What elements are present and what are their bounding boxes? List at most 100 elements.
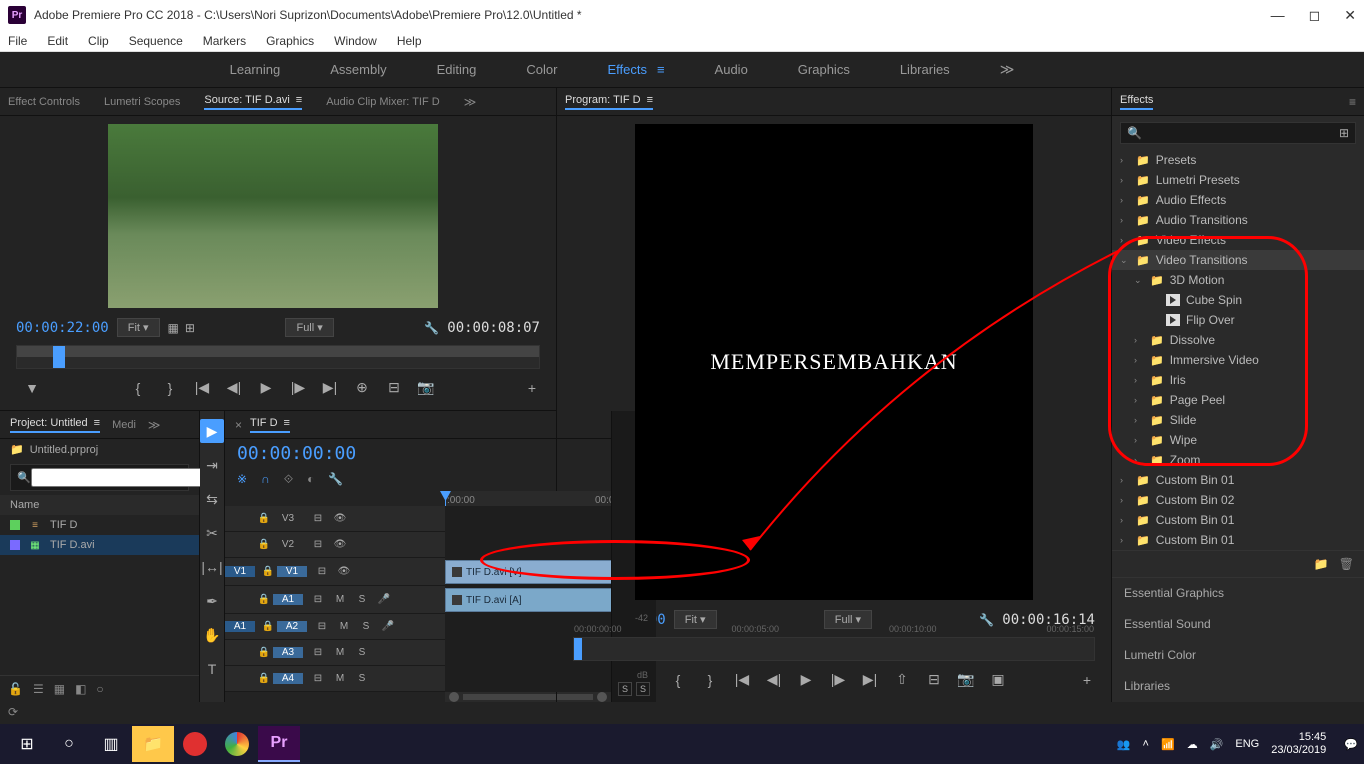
track-toggle[interactable]: ⊟	[309, 536, 327, 554]
cortana-button[interactable]: ○	[48, 726, 90, 762]
timeline-marker-opt[interactable]: ⟐	[284, 472, 293, 487]
source-zoom-dropdown[interactable]: Full ▾	[285, 318, 333, 337]
effects-folder[interactable]: ›📁Presets	[1112, 150, 1364, 170]
track-toggle[interactable]: ⊟	[309, 591, 327, 609]
timeline-track-area[interactable]: TIF D.avi [V] TIF D.avi [V] TIF D.avi [A…	[445, 506, 611, 692]
effects-panel-menu[interactable]: ≡	[1349, 95, 1356, 109]
delete-icon[interactable]: 🗑	[1339, 557, 1354, 571]
sync-icon[interactable]: ⟳	[8, 705, 18, 719]
source-out-button[interactable]: }	[160, 380, 180, 396]
track-label-v2[interactable]: V2	[273, 539, 303, 550]
timeline-opt[interactable]: ◐	[307, 472, 314, 487]
source-overwrite-button[interactable]: ⊟	[384, 379, 404, 396]
menu-file[interactable]: File	[8, 34, 27, 48]
program-goto-out[interactable]: ▶|	[860, 671, 880, 688]
project-search-input[interactable]	[31, 468, 212, 487]
src-patch-v1[interactable]: V1	[225, 566, 255, 577]
program-lift-button[interactable]: ⇧	[892, 671, 912, 688]
workspace-editing[interactable]: Editing	[437, 62, 477, 77]
menu-clip[interactable]: Clip	[88, 34, 109, 48]
track-eye[interactable]: 👁	[331, 510, 349, 528]
effects-folder[interactable]: ›📁Slide	[1112, 410, 1364, 430]
tab-lumetri-scopes[interactable]: Lumetri Scopes	[104, 96, 180, 108]
workspace-graphics[interactable]: Graphics	[798, 62, 850, 77]
program-step-back[interactable]: ◀|	[764, 671, 784, 688]
effects-folder[interactable]: ›📁Custom Bin 01	[1112, 530, 1364, 550]
panel-lumetri-color[interactable]: Lumetri Color	[1112, 640, 1364, 671]
tray-up-icon[interactable]: ˄	[1143, 738, 1149, 750]
track-label-a4[interactable]: A4	[273, 673, 303, 684]
source-in-button[interactable]: {	[128, 380, 148, 396]
program-play-button[interactable]: ▶	[796, 671, 816, 688]
effects-folder[interactable]: ›📁Custom Bin 01	[1112, 470, 1364, 490]
effects-folder[interactable]: ›📁Zoom	[1112, 450, 1364, 470]
project-zoom-slider[interactable]: ○	[96, 682, 103, 696]
menu-sequence[interactable]: Sequence	[129, 34, 183, 48]
taskbar-clock[interactable]: 15:45 23/03/2019	[1271, 731, 1332, 757]
panel-essential-graphics[interactable]: Essential Graphics	[1112, 578, 1364, 609]
project-freeform-view[interactable]: ◧	[75, 682, 86, 696]
program-extract-button[interactable]: ⊟	[924, 671, 944, 688]
program-out-button[interactable]: }	[700, 672, 720, 688]
chrome-icon[interactable]	[216, 726, 258, 762]
track-lock[interactable]: 🔒	[255, 670, 273, 688]
project-list-view[interactable]: ☰	[33, 682, 44, 696]
track-select-tool[interactable]: ⇥	[200, 453, 224, 477]
tab-effect-controls[interactable]: Effect Controls	[8, 96, 80, 108]
project-tabs-overflow[interactable]: ≫	[148, 418, 161, 432]
track-eye[interactable]: 👁	[331, 536, 349, 554]
effect-item[interactable]: Flip Over	[1112, 310, 1364, 330]
source-zoom-icon[interactable]: ▦	[168, 321, 179, 335]
selection-tool[interactable]: ▶	[200, 419, 224, 443]
program-video-display[interactable]: MEMPERSEMBAHKAN	[635, 124, 1033, 600]
close-button[interactable]: ✕	[1344, 7, 1356, 24]
effects-filter-icon[interactable]: ⊞	[1339, 126, 1349, 140]
track-mic[interactable]: 🎤	[379, 618, 397, 636]
effects-search[interactable]: 🔍 ⊞	[1120, 122, 1356, 144]
effects-folder[interactable]: ⌄📁Video Transitions	[1112, 250, 1364, 270]
track-lock[interactable]: 🔒	[255, 510, 273, 528]
volume-icon[interactable]: 🔊	[1210, 738, 1224, 751]
audio-clip[interactable]: TIF D.avi [A]	[445, 588, 611, 612]
start-button[interactable]: ⊞	[6, 726, 48, 762]
track-lock[interactable]: 🔒	[255, 536, 273, 554]
tab-effects[interactable]: Effects	[1120, 94, 1153, 110]
effects-folder[interactable]: ›📁Wipe	[1112, 430, 1364, 450]
tab-audio-clip-mixer[interactable]: Audio Clip Mixer: TIF D	[326, 96, 440, 108]
language-indicator[interactable]: ENG	[1235, 738, 1259, 750]
track-label-a1[interactable]: A1	[273, 594, 303, 605]
timeline-settings[interactable]: 🔧	[328, 472, 343, 487]
effects-folder[interactable]: ›📁Page Peel	[1112, 390, 1364, 410]
tab-program[interactable]: Program: TIF D ≡	[565, 94, 653, 110]
notifications-icon[interactable]: 💬	[1344, 738, 1358, 751]
source-timecode-in[interactable]: 00:00:22:00	[16, 320, 109, 336]
track-eye[interactable]: 👁	[335, 563, 353, 581]
effects-search-input[interactable]	[1148, 127, 1333, 139]
hand-tool[interactable]: ✋	[200, 623, 224, 647]
track-toggle[interactable]: ⊟	[313, 563, 331, 581]
effects-folder[interactable]: ›📁Iris	[1112, 370, 1364, 390]
effects-folder[interactable]: ›📁Lumetri Presets	[1112, 170, 1364, 190]
program-compare-button[interactable]: ▣	[988, 671, 1008, 688]
timeline-timecode[interactable]: 00:00:00:00	[237, 443, 356, 464]
menu-graphics[interactable]: Graphics	[266, 34, 314, 48]
project-col-name[interactable]: Name	[0, 495, 199, 515]
track-lock[interactable]: 🔒	[259, 618, 277, 636]
effects-folder[interactable]: ›📁Audio Transitions	[1112, 210, 1364, 230]
slip-tool[interactable]: |↔|	[200, 555, 224, 579]
program-export-frame[interactable]: 📷	[956, 671, 976, 688]
menu-window[interactable]: Window	[334, 34, 377, 48]
source-time-ruler[interactable]	[16, 345, 540, 369]
maximize-button[interactable]: ◻	[1309, 7, 1321, 24]
track-toggle[interactable]: ⊟	[313, 618, 331, 636]
workspace-overflow[interactable]: ≫	[1000, 61, 1015, 78]
effects-folder[interactable]: ›📁Immersive Video	[1112, 350, 1364, 370]
timeline-link[interactable]: ∩	[261, 472, 270, 487]
track-lock[interactable]: 🔒	[255, 644, 273, 662]
program-step-fwd[interactable]: |▶	[828, 671, 848, 688]
effects-folder[interactable]: ›📁Video Effects	[1112, 230, 1364, 250]
workspace-color[interactable]: Color	[526, 62, 557, 77]
bin-icon[interactable]: 📁	[10, 443, 24, 456]
type-tool[interactable]: T	[200, 657, 224, 681]
track-label-a2[interactable]: A2	[277, 621, 307, 632]
